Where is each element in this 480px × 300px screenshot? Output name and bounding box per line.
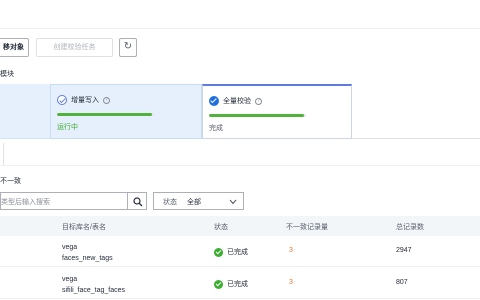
- filter-label: 不一致: [0, 178, 21, 185]
- help-icon[interactable]: ?: [103, 96, 110, 104]
- table-row[interactable]: vega faces_new_tags 已完成 3 2947: [0, 236, 480, 267]
- step-name: 全量校验: [223, 98, 251, 105]
- step-status: 运行中: [57, 124, 78, 131]
- cell-status: 已完成: [214, 279, 248, 289]
- column-status[interactable]: 状态: [214, 222, 228, 232]
- step-spacer: [352, 84, 480, 139]
- step-status: 完成: [209, 125, 223, 132]
- success-icon: [214, 247, 223, 257]
- migrate-objects-button[interactable]: 移对象: [0, 38, 29, 57]
- search-placeholder: 类型后输入搜索: [1, 199, 50, 206]
- table-row[interactable]: vega sifili_face_tag_faces 已完成 3 807: [0, 268, 480, 299]
- progress-steps: 增量写入 ? 运行中 全量校验 ? 完成: [0, 84, 480, 139]
- refresh-icon: ↻: [123, 41, 133, 52]
- status-text: 已完成: [227, 281, 248, 288]
- step-progress-bar: [57, 113, 154, 116]
- step-progress-fill: [57, 113, 153, 116]
- status-select-key: 状态: [163, 199, 177, 206]
- section-label: 模块: [0, 71, 14, 78]
- step-full-verify[interactable]: 全量校验 ? 完成: [202, 84, 352, 139]
- cell-total: 2947: [396, 247, 412, 254]
- cell-target: vega faces_new_tags: [62, 242, 113, 264]
- cell-table-name: faces_new_tags: [62, 255, 113, 262]
- cell-db-name: vega: [62, 276, 78, 283]
- tab-active[interactable]: [0, 143, 4, 165]
- success-icon: [214, 279, 223, 289]
- column-inconsistent[interactable]: 不一致记录量: [286, 222, 328, 232]
- step-incremental-write[interactable]: 增量写入 ? 运行中: [50, 84, 202, 139]
- step-progress-bar: [209, 114, 306, 117]
- check-circle-filled-icon: [209, 96, 219, 106]
- step-name: 增量写入: [71, 97, 99, 104]
- cell-table-name: sifili_face_tag_faces: [62, 287, 126, 294]
- status-text: 已完成: [227, 249, 248, 256]
- step-progress-fill: [209, 114, 305, 117]
- column-total[interactable]: 总记录数: [396, 222, 424, 232]
- status-select[interactable]: 状态 全部: [153, 192, 244, 210]
- step-previous[interactable]: [0, 84, 50, 139]
- chevron-down-icon: [229, 199, 237, 205]
- cell-total: 807: [396, 279, 408, 286]
- cell-status: 已完成: [214, 247, 248, 257]
- check-circle-outline-icon: [57, 95, 67, 105]
- search-icon: [133, 197, 143, 207]
- table-header: 目标库名/表名 状态 不一致记录量 总记录数: [0, 216, 480, 236]
- top-band: [0, 0, 480, 29]
- search-button[interactable]: [127, 192, 147, 210]
- search-input[interactable]: 类型后输入搜索: [0, 192, 127, 210]
- cell-inconsistent[interactable]: 3: [289, 247, 293, 254]
- cell-db-name: vega: [62, 244, 78, 251]
- tab-divider: [0, 165, 480, 166]
- refresh-button[interactable]: ↻: [119, 38, 137, 57]
- create-verify-task-button[interactable]: 创建校验任务: [36, 38, 113, 57]
- cell-target: vega sifili_face_tag_faces: [62, 274, 125, 296]
- help-icon[interactable]: ?: [255, 97, 262, 105]
- column-target-db[interactable]: 目标库名/表名: [62, 222, 106, 232]
- status-select-value: 全部: [187, 199, 201, 206]
- cell-inconsistent[interactable]: 3: [289, 279, 293, 286]
